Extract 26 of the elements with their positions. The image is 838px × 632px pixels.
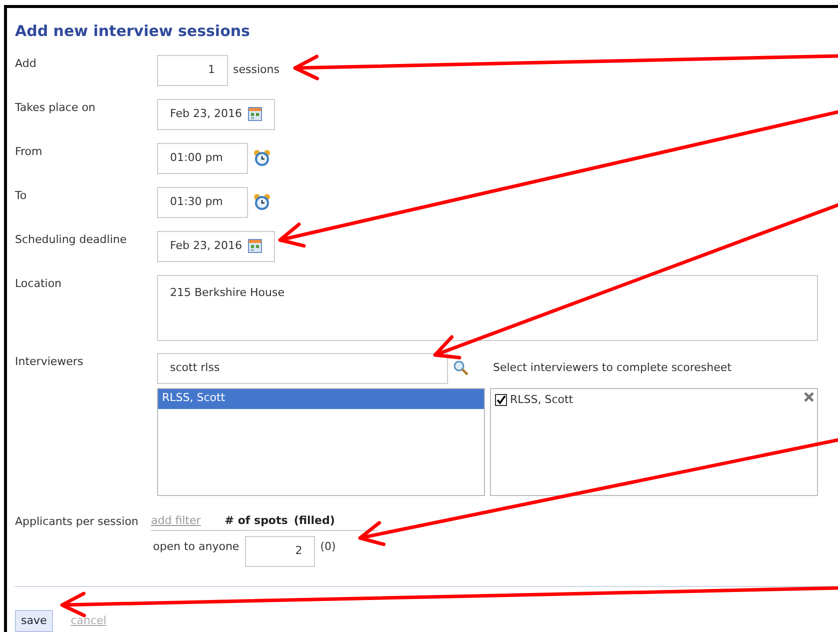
column-header: (filled) xyxy=(294,512,335,528)
save-button[interactable]: save xyxy=(15,610,53,632)
time-field[interactable]: 01:00 pm xyxy=(157,142,248,174)
field-label: Add xyxy=(15,56,38,72)
location-field[interactable]: 215 Berkshire House xyxy=(157,274,818,340)
date-field[interactable]: Feb 23, 2016 xyxy=(157,230,275,262)
field-label: To xyxy=(15,188,28,204)
results-list[interactable]: RLSS, Scott xyxy=(157,388,485,496)
date-field[interactable]: Feb 23, 2016 xyxy=(157,98,275,130)
hint-text: Select interviewers to complete scoresheet xyxy=(493,360,732,376)
field-label: Takes place on xyxy=(15,100,96,116)
unit-label: sessions xyxy=(233,62,280,78)
field-label: Location xyxy=(15,276,63,292)
number-field[interactable]: 1 xyxy=(157,54,228,86)
filled-count: (0) xyxy=(320,539,336,555)
spots-field[interactable]: 2 xyxy=(245,536,316,567)
field-label: Interviewers xyxy=(15,354,84,370)
field-label: From xyxy=(15,144,44,160)
result-item[interactable]: RLSS, Scott xyxy=(158,388,484,408)
search-field[interactable]: scott rlss xyxy=(157,352,448,384)
interviewer-name: RLSS, Scott xyxy=(510,392,574,408)
time-field[interactable]: 01:30 pm xyxy=(157,186,248,218)
column-header: # of spots xyxy=(224,512,288,528)
field-label: Scheduling deadline xyxy=(15,232,128,248)
group-label: open to anyone xyxy=(153,539,240,555)
form-title: Add new interview sessions xyxy=(15,21,251,42)
